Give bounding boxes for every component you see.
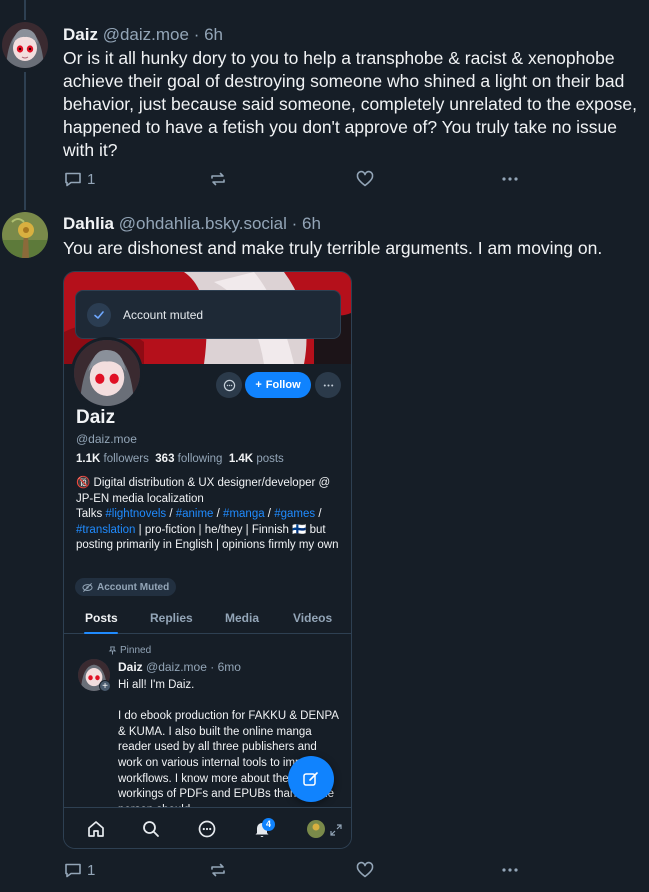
post-actions: 1 [63, 860, 543, 882]
compose-icon [303, 772, 318, 786]
profile-stats: 1.1K followers 363 following 1.4K posts [76, 453, 284, 465]
post-time[interactable]: · 6h [194, 25, 223, 44]
post-text: You are dishonest and make truly terribl… [63, 238, 603, 258]
avatar-dahlia[interactable] [2, 212, 48, 258]
follow-plus-icon[interactable]: + [99, 680, 111, 692]
profile-avatar-icon[interactable] [307, 820, 325, 838]
search-icon[interactable] [141, 819, 161, 839]
home-icon[interactable] [86, 819, 106, 839]
chat-icon [223, 379, 235, 391]
toast-account-muted: Account muted [75, 290, 341, 339]
bottom-nav: 4 [64, 807, 351, 848]
post-time[interactable]: · 6h [292, 214, 321, 233]
reply-button[interactable]: 1 [63, 860, 95, 880]
profile-tabs: Posts Replies Media Videos [64, 604, 351, 634]
hashtag-link[interactable]: #lightnovels [105, 508, 166, 520]
toast-text: Account muted [123, 307, 204, 322]
notification-badge: 4 [262, 818, 275, 831]
more-icon [502, 868, 518, 872]
author-name[interactable]: Dahlia [63, 214, 114, 233]
active-tab-indicator [84, 632, 118, 634]
compose-button[interactable] [288, 756, 334, 802]
profile-handle: @daiz.moe [76, 432, 137, 446]
reply-count: 1 [87, 170, 96, 188]
profile-bio: 🔞 Digital distribution & UX designer/dev… [76, 477, 339, 552]
follow-button[interactable]: + Follow [245, 372, 311, 398]
profile-more-button[interactable] [315, 372, 341, 398]
profile-avatar[interactable] [71, 337, 143, 409]
reply-count: 1 [87, 861, 96, 879]
like-button[interactable] [355, 169, 375, 189]
tab-posts[interactable]: Posts [85, 611, 118, 625]
message-button[interactable] [216, 372, 242, 398]
post-text: Or is it all hunky dory to you to help a… [63, 48, 637, 160]
eye-slash-icon [82, 582, 93, 592]
author-handle[interactable]: @ohdahlia.bsky.social [119, 214, 287, 233]
repost-button[interactable] [208, 169, 228, 189]
check-icon [87, 302, 111, 327]
author-name[interactable]: Daiz [63, 25, 98, 44]
post-header: Daiz @daiz.moe · 6h [63, 25, 223, 45]
more-icon [502, 177, 518, 181]
hashtag-link[interactable]: #translation [76, 524, 135, 536]
more-button[interactable] [500, 860, 520, 880]
plus-icon: + [255, 379, 262, 391]
pinned-post-header: Daiz @daiz.moe · 6mo [118, 660, 241, 674]
posts-stat: 1.4K posts [228, 453, 284, 465]
reply-icon [65, 172, 81, 187]
profile-name: Daiz [76, 407, 116, 428]
hashtag-link[interactable]: #manga [223, 508, 265, 520]
embedded-screenshot[interactable]: Account muted + Follow Daiz @daiz.moe 1.… [63, 271, 352, 849]
thread-line-upper [24, 0, 26, 20]
chat-icon[interactable] [197, 819, 217, 839]
pin-icon [108, 646, 117, 655]
tab-media[interactable]: Media [225, 611, 259, 625]
account-muted-badge: Account Muted [75, 578, 177, 596]
pinned-label: Pinned [108, 645, 151, 656]
thread-line-middle [24, 72, 26, 210]
expand-icon[interactable] [330, 824, 342, 836]
reply-icon [65, 863, 81, 878]
author-handle[interactable]: @daiz.moe [103, 25, 189, 44]
repost-button[interactable] [208, 860, 228, 880]
heart-icon [356, 170, 374, 187]
reply-button[interactable]: 1 [63, 169, 95, 189]
avatar-daiz[interactable] [2, 22, 48, 68]
tab-videos[interactable]: Videos [293, 611, 332, 625]
repost-icon [211, 172, 225, 186]
followers-stat[interactable]: 1.1K followers [76, 453, 149, 465]
like-button[interactable] [355, 860, 375, 880]
following-stat[interactable]: 363 following [155, 453, 222, 465]
tab-replies[interactable]: Replies [150, 611, 193, 625]
repost-icon [211, 863, 225, 877]
more-icon [323, 383, 333, 387]
hashtag-link[interactable]: #games [274, 508, 315, 520]
heart-icon [356, 861, 374, 878]
follow-label: Follow [265, 379, 301, 391]
post-header: Dahlia @ohdahlia.bsky.social · 6h [63, 214, 321, 234]
post-actions: 1 [63, 169, 543, 191]
more-button[interactable] [500, 169, 520, 189]
hashtag-link[interactable]: #anime [176, 508, 214, 520]
